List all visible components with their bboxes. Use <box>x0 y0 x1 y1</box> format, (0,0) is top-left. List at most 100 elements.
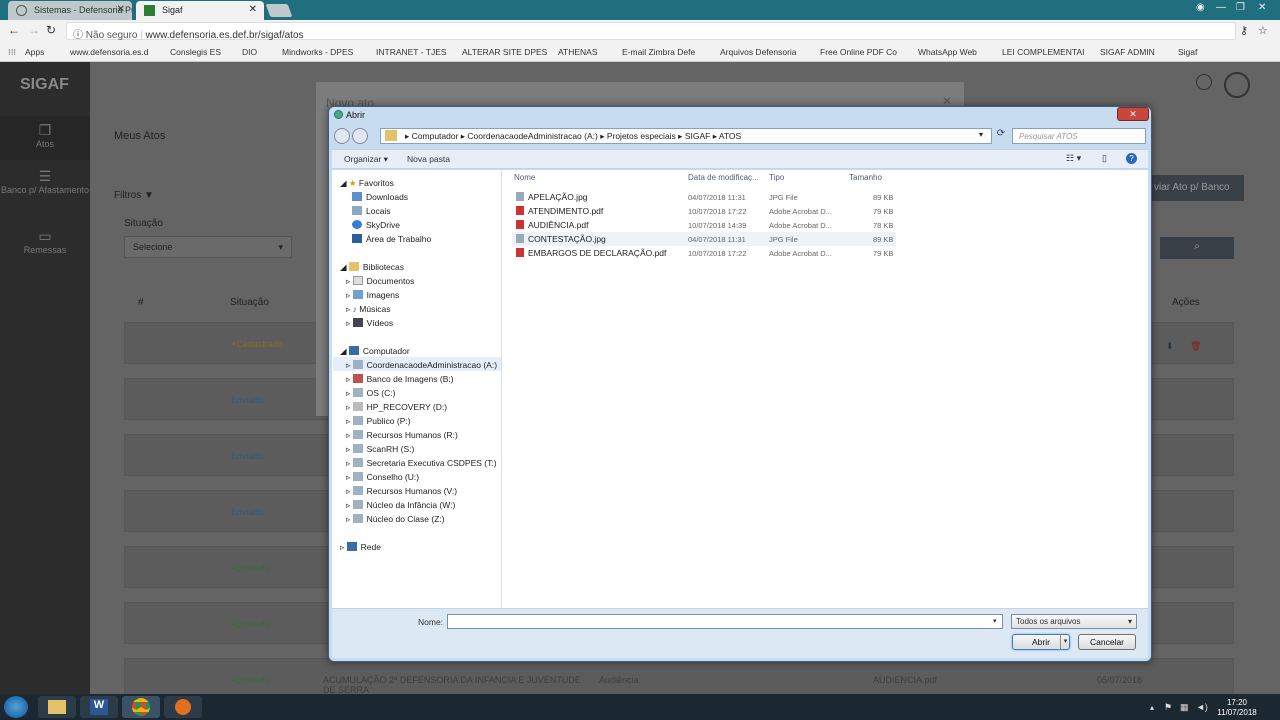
bookmark[interactable]: SIGAF ADMIN <box>1100 47 1155 57</box>
dropdown-icon[interactable]: ▾ <box>979 130 983 139</box>
forward-icon[interactable]: → <box>28 23 40 37</box>
nav-documentos[interactable]: ▹ Documentos <box>346 276 414 287</box>
bookmark[interactable]: Apps <box>25 47 44 57</box>
nav-downloads[interactable]: Downloads <box>352 192 408 202</box>
help-icon[interactable]: ? <box>1126 153 1137 164</box>
breadcrumb-item[interactable]: Computador <box>412 131 459 141</box>
dropdown-icon[interactable]: ▾ <box>993 617 997 625</box>
close-tab-icon[interactable]: ✕ <box>117 4 125 15</box>
minimize-icon[interactable]: — <box>1216 2 1226 13</box>
breadcrumb-item[interactable]: ATOS <box>719 131 741 141</box>
breadcrumb-item[interactable]: CoordenacaodeAdministracao (A:) <box>467 131 597 141</box>
search-button[interactable]: ⌕ <box>1160 237 1234 259</box>
bookmark[interactable]: INTRANET - TJES <box>376 47 447 57</box>
drive-item[interactable]: ▹ Banco de Imagens (B:) <box>346 374 454 385</box>
drive-item[interactable]: ▹ Recursos Humanos (R:) <box>346 430 458 441</box>
bookmark[interactable]: E-mail Zimbra Defe <box>622 47 695 57</box>
back-icon[interactable]: ← <box>8 23 20 37</box>
situacao-select[interactable]: Selecione ▾ <box>124 236 292 258</box>
bookmark[interactable]: Free Online PDF Co <box>820 47 897 57</box>
bookmark[interactable]: Arquivos Defensoria <box>720 47 797 57</box>
nav-banco[interactable]: ☰ Banco p/ Afastamento <box>0 166 90 195</box>
key-icon[interactable]: ⚷ <box>1240 24 1248 37</box>
new-folder-button[interactable]: Nova pasta <box>407 154 450 164</box>
dialog-close-button[interactable]: ✕ <box>1117 107 1149 121</box>
nav-rede[interactable]: ▹ Rede <box>340 542 381 553</box>
view-icon[interactable]: ☷ ▾ <box>1066 153 1081 164</box>
breadcrumb-item[interactable]: Projetos especiais <box>607 131 676 141</box>
bookmark[interactable]: Mindworks - DPES <box>282 47 353 57</box>
search-input[interactable]: Pesquisar ATOS <box>1012 128 1146 144</box>
drive-item[interactable]: ▹ ScanRH (S:) <box>346 444 414 455</box>
word-taskbar-icon[interactable]: W <box>80 696 118 718</box>
download-icon[interactable]: ⬇ <box>1166 341 1174 352</box>
url-field[interactable]: ⓘ Não seguro | www.defensoria.es.def.br/… <box>66 22 1236 41</box>
nav-imagens[interactable]: ▹ Imagens <box>346 290 399 301</box>
bookmark[interactable]: DIO <box>242 47 257 57</box>
bookmark[interactable]: ALTERAR SITE DPES <box>462 47 547 57</box>
drive-item[interactable]: ▹ Núcleo da Infância (W:) <box>346 500 455 511</box>
col-tamanho[interactable]: Tamanho <box>849 173 882 182</box>
nav-videos[interactable]: ▹ Vídeos <box>346 318 393 329</box>
back-nav-button[interactable] <box>334 128 350 144</box>
clock[interactable]: 17:20 11/07/2018 <box>1214 698 1260 718</box>
maximize-icon[interactable]: ❐ <box>1236 2 1245 13</box>
tray-icon[interactable]: ⚑ <box>1164 702 1172 713</box>
nav-remessas[interactable]: ▭ Remessas <box>0 228 90 255</box>
nav-locais[interactable]: Locais <box>352 206 391 216</box>
nav-favoritos[interactable]: ◢ ★ Favoritos <box>340 178 394 189</box>
bookmark[interactable]: www.defensoria.es.d <box>70 47 148 57</box>
nav-musicas[interactable]: ▹ ♪ Músicas <box>346 304 390 315</box>
nav-desktop[interactable]: Área de Trabalho <box>352 234 431 244</box>
trash-icon[interactable]: 🗑 <box>1190 341 1201 352</box>
close-window-icon[interactable]: ✕ <box>1258 2 1266 13</box>
reload-icon[interactable]: ↻ <box>46 23 56 37</box>
bookmark[interactable]: Conslegis ES <box>170 47 221 57</box>
star-icon[interactable]: ☆ <box>1258 24 1268 37</box>
file-type-select[interactable]: Todos os arquivos ▾ <box>1011 614 1137 629</box>
send-to-bank-button[interactable]: viar Ato p/ Banco <box>1150 175 1244 201</box>
nav-skydrive[interactable]: SkyDrive <box>352 220 400 230</box>
app-taskbar-icon[interactable] <box>164 696 202 718</box>
drive-item[interactable]: ▹ Núcleo do Ciase (Z:) <box>346 514 445 525</box>
drive-item[interactable]: ▹ Publico (P:) <box>346 416 411 427</box>
breadcrumb-item[interactable]: SIGAF <box>685 131 711 141</box>
organize-button[interactable]: Organizar ▾ <box>344 154 388 165</box>
drive-item[interactable]: ▹ Recursos Humanos (V:) <box>346 486 457 497</box>
open-dropdown-icon[interactable]: ▾ <box>1060 634 1070 650</box>
nav-computador[interactable]: ◢ Computador <box>340 346 410 357</box>
tray-expand-icon[interactable]: ▴ <box>1150 703 1154 712</box>
cancel-button[interactable]: Cancelar <box>1078 634 1136 650</box>
user-avatar-icon[interactable] <box>1224 72 1250 98</box>
drive-item[interactable]: ▹ CoordenacaodeAdministracao (A:) <box>346 360 497 371</box>
drive-item[interactable]: ▹ OS (C:) <box>346 388 395 399</box>
filters-label[interactable]: Filtros ▼ <box>114 190 154 201</box>
drive-item[interactable]: ▹ HP_RECOVERY (D:) <box>346 402 447 413</box>
refresh-icon[interactable]: ⟳ <box>993 128 1009 144</box>
bookmark[interactable]: WhatsApp Web <box>918 47 977 57</box>
bookmark[interactable]: LEI COMPLEMENTAI <box>1002 47 1085 57</box>
start-button[interactable] <box>4 696 28 718</box>
col-tipo[interactable]: Tipo <box>769 173 784 182</box>
info-icon[interactable]: ⓘ <box>73 30 86 41</box>
apps-icon[interactable]: ⁝⁝⁝ <box>8 47 16 58</box>
explorer-taskbar-icon[interactable] <box>38 696 76 718</box>
breadcrumb[interactable]: ▸ Computador ▸ CoordenacaodeAdministraca… <box>380 128 992 144</box>
filename-input[interactable] <box>447 614 1003 629</box>
nav-atos[interactable]: ❐ Atos <box>0 116 90 160</box>
volume-icon[interactable]: ◄) <box>1196 702 1208 712</box>
bookmark[interactable]: Sigaf <box>1178 47 1197 57</box>
tab-sistemas[interactable]: Sistemas - Defensoria Pú ✕ <box>8 1 132 20</box>
col-data[interactable]: Data de modificaç... <box>688 173 759 182</box>
drive-item[interactable]: ▹ Conselho (U:) <box>346 472 419 483</box>
chrome-taskbar-icon[interactable] <box>122 696 160 718</box>
tab-sigaf[interactable]: Sigaf ✕ <box>136 1 264 20</box>
drive-item[interactable]: ▹ Secretaria Executiva CSDPES (T:) <box>346 458 497 469</box>
nav-bibliotecas[interactable]: ◢ Bibliotecas <box>340 262 404 273</box>
col-nome[interactable]: Nome <box>514 173 535 182</box>
new-tab-button[interactable] <box>265 4 293 17</box>
close-tab-icon[interactable]: ✕ <box>249 4 257 15</box>
forward-nav-button[interactable] <box>352 128 368 144</box>
network-tray-icon[interactable]: ▦ <box>1180 702 1189 713</box>
user-icon[interactable]: ◉ <box>1196 2 1205 13</box>
